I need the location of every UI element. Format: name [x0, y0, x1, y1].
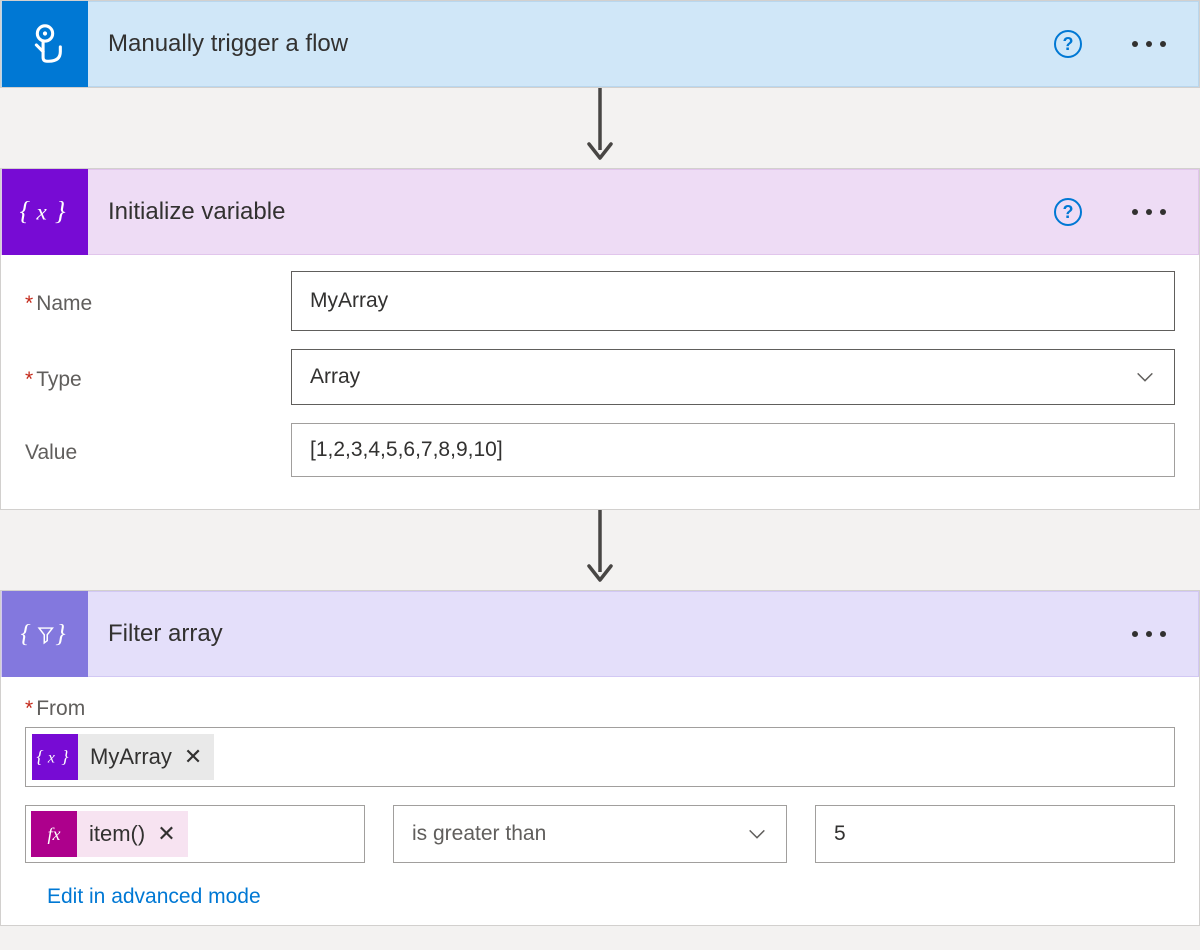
from-input[interactable]: { x } MyArray ✕: [25, 727, 1175, 787]
svg-text:{: {: [20, 619, 30, 647]
condition-operator-select[interactable]: is greater than: [393, 805, 787, 863]
svg-text:}: }: [55, 197, 66, 226]
token-label: item(): [77, 821, 155, 847]
token-remove-button[interactable]: ✕: [182, 744, 214, 770]
value-field-label: Value: [25, 435, 291, 465]
value-input[interactable]: [291, 423, 1175, 477]
token-label: MyArray: [78, 744, 182, 770]
svg-text:{: {: [20, 197, 31, 226]
fx-icon: fx: [31, 811, 77, 857]
svg-text:}: }: [55, 619, 65, 647]
variable-icon: { x }: [2, 169, 88, 255]
initialize-variable-body: *Name *Type Array Value: [1, 255, 1199, 509]
trigger-card: Manually trigger a flow ?: [0, 0, 1200, 88]
svg-text:x: x: [36, 200, 48, 226]
connector-arrow: [0, 510, 1200, 590]
condition-left-input[interactable]: fx item() ✕: [25, 805, 365, 863]
trigger-card-header[interactable]: Manually trigger a flow ?: [1, 1, 1199, 87]
svg-text:{: {: [36, 747, 43, 767]
filter-array-card: { } Filter array *From { x: [0, 590, 1200, 926]
token-remove-button[interactable]: ✕: [155, 821, 187, 847]
filter-icon: { }: [2, 591, 88, 677]
name-input[interactable]: [291, 271, 1175, 331]
name-field-label: *Name: [25, 286, 291, 316]
initialize-variable-card: { x } Initialize variable ? *Name *Type: [0, 168, 1200, 510]
from-field-label: *From: [25, 697, 1175, 721]
more-actions-button[interactable]: [1130, 33, 1168, 55]
initialize-variable-header[interactable]: { x } Initialize variable ?: [1, 169, 1199, 255]
edit-advanced-mode-link[interactable]: Edit in advanced mode: [25, 885, 261, 909]
filter-array-body: *From { x } MyArray ✕: [1, 677, 1199, 925]
initialize-variable-title: Initialize variable: [88, 198, 1054, 226]
more-actions-button[interactable]: [1130, 623, 1168, 645]
filter-array-title: Filter array: [88, 620, 1130, 648]
filter-array-header[interactable]: { } Filter array: [1, 591, 1199, 677]
help-icon[interactable]: ?: [1054, 198, 1082, 226]
condition-value-input[interactable]: [816, 806, 1174, 862]
svg-text:x: x: [47, 750, 55, 767]
more-actions-button[interactable]: [1130, 201, 1168, 223]
connector-arrow: [0, 88, 1200, 168]
trigger-title: Manually trigger a flow: [88, 30, 1054, 58]
svg-text:}: }: [61, 747, 68, 767]
variable-token-icon: { x }: [32, 734, 78, 780]
expression-token[interactable]: fx item() ✕: [31, 811, 188, 857]
help-icon[interactable]: ?: [1054, 30, 1082, 58]
type-select[interactable]: Array: [291, 349, 1175, 405]
chevron-down-icon: [746, 823, 768, 845]
type-field-label: *Type: [25, 362, 291, 392]
chevron-down-icon: [1134, 366, 1156, 388]
condition-row: fx item() ✕ is greater than: [25, 805, 1175, 863]
manual-trigger-icon: [2, 1, 88, 87]
variable-token[interactable]: { x } MyArray ✕: [32, 734, 214, 780]
